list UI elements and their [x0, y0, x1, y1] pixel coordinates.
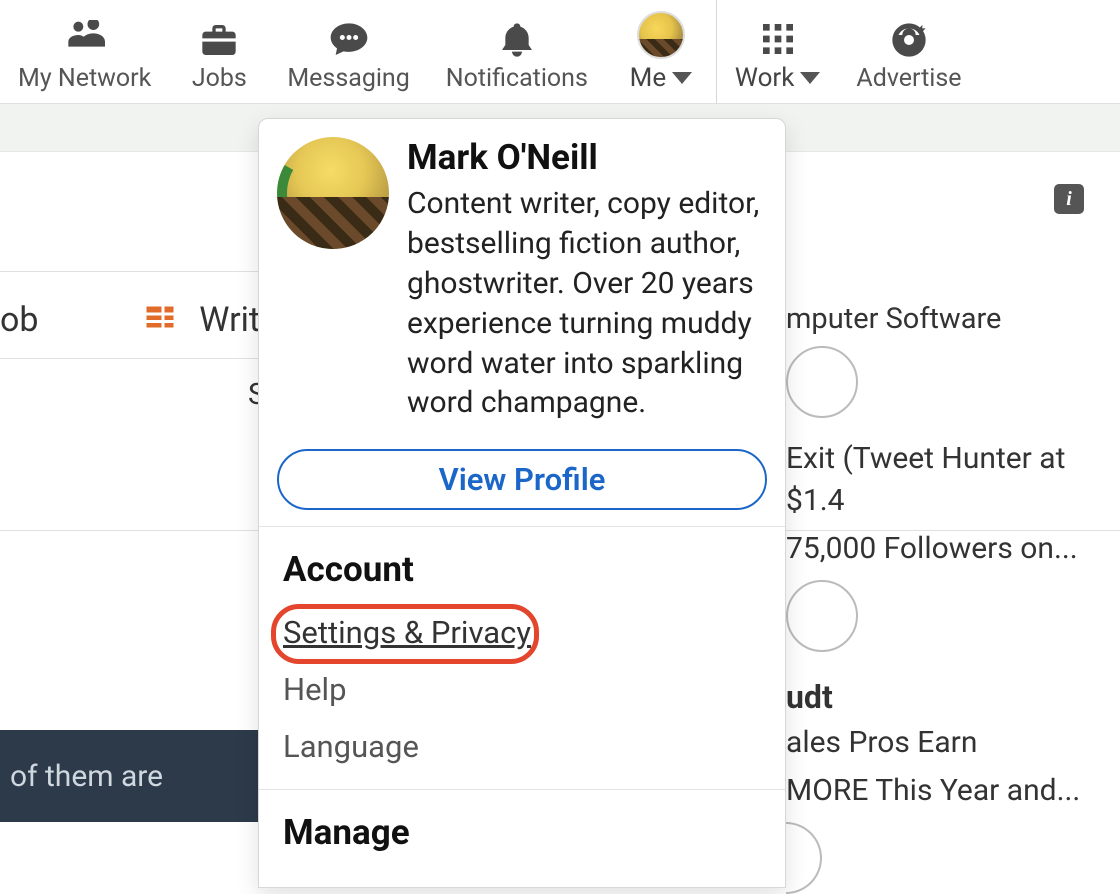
open-to-work-ring — [277, 137, 389, 249]
nav-right-group: Work Advertise — [717, 0, 980, 103]
section-title-manage: Manage — [259, 790, 785, 867]
tab-row: ob Writ — [0, 272, 260, 359]
nav-label-row: Me — [630, 63, 693, 93]
grid-icon — [758, 19, 798, 59]
right-name: udt — [786, 678, 1084, 716]
me-dropdown: Mark O'Neill Content writer, copy editor… — [258, 118, 786, 888]
bg-left-panel: ob Writ S — [0, 152, 260, 412]
dropdown-info: Mark O'Neill Content writer, copy editor… — [407, 137, 765, 423]
bell-icon — [497, 20, 537, 60]
right-text: mputer Software — [786, 302, 1084, 336]
follow-button-partial[interactable] — [786, 346, 858, 418]
chevron-down-icon — [800, 72, 820, 84]
chevron-down-icon — [672, 72, 692, 84]
nav-my-network[interactable]: My Network — [0, 0, 169, 103]
nav-label-row: Work — [735, 63, 821, 93]
nav-label: Advertise — [856, 64, 961, 93]
top-navigation: My Network Jobs Messaging Notifications … — [0, 0, 1120, 104]
dropdown-header[interactable]: Mark O'Neill Content writer, copy editor… — [259, 119, 785, 441]
target-icon — [889, 20, 929, 60]
dark-strip-text: of them are — [10, 759, 163, 794]
language-link[interactable]: Language — [259, 718, 785, 775]
view-profile-button[interactable]: View Profile — [277, 449, 767, 510]
tab-text-partial: Writ — [199, 300, 260, 340]
right-column: mputer Software Exit (Tweet Hunter at $1… — [786, 184, 1084, 894]
article-icon — [139, 302, 181, 338]
nav-label: Notifications — [446, 64, 588, 93]
profile-bio: Content writer, copy editor, bestselling… — [407, 184, 765, 423]
below-tab-text: S — [0, 359, 260, 412]
nav-advertise[interactable]: Advertise — [838, 0, 979, 103]
right-text: ales Pros Earn — [786, 722, 1084, 764]
nav-work[interactable]: Work — [717, 0, 839, 103]
briefcase-icon — [197, 20, 241, 60]
nav-label: Jobs — [192, 64, 247, 93]
nav-label: My Network — [18, 64, 151, 93]
follow-button-partial[interactable] — [786, 580, 858, 652]
help-link[interactable]: Help — [259, 661, 785, 718]
network-icon — [63, 20, 107, 60]
follow-button-partial[interactable] — [786, 822, 822, 894]
nav-me[interactable]: Me — [606, 0, 716, 103]
info-icon[interactable] — [1054, 184, 1084, 214]
messaging-icon — [326, 20, 372, 60]
right-text: 75,000 Followers on... — [786, 528, 1084, 570]
nav-left-group: My Network Jobs Messaging Notifications … — [0, 0, 716, 103]
nav-notifications[interactable]: Notifications — [428, 0, 606, 103]
settings-privacy-link[interactable]: Settings & Privacy — [259, 604, 785, 661]
nav-jobs[interactable]: Jobs — [169, 0, 269, 103]
right-text: MORE This Year and... — [786, 770, 1084, 812]
profile-avatar — [277, 137, 389, 249]
nav-messaging[interactable]: Messaging — [269, 0, 427, 103]
right-text: Exit (Tweet Hunter at $1.4 — [786, 438, 1084, 522]
profile-name: Mark O'Neill — [407, 137, 765, 178]
nav-label: Work — [735, 63, 795, 93]
nav-label: Messaging — [287, 64, 409, 93]
tab-text-partial: ob — [0, 300, 38, 340]
avatar-icon — [637, 11, 685, 59]
dark-strip: of them are — [0, 730, 258, 822]
section-title-account: Account — [259, 527, 785, 604]
nav-label: Me — [630, 63, 667, 93]
